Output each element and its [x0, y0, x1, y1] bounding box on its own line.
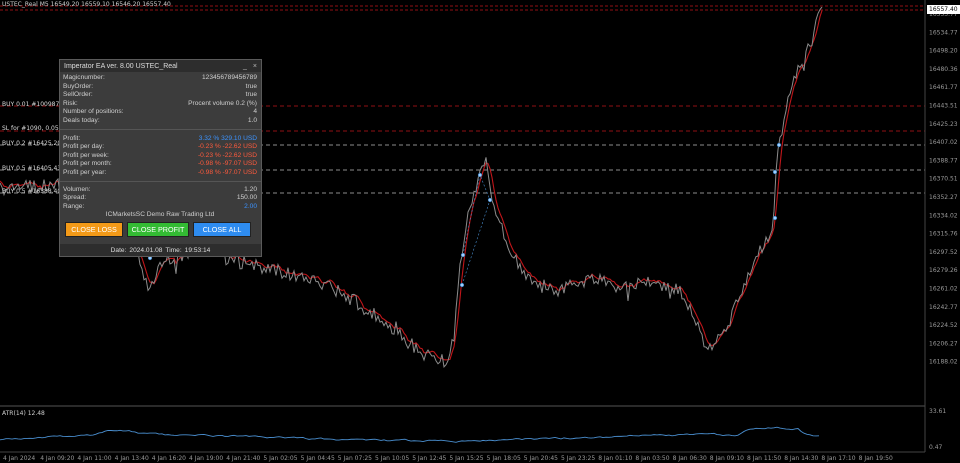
time-axis-label: 8 Jan 06:30 [673, 455, 707, 462]
time-axis-label: 4 Jan 19:00 [189, 455, 223, 462]
atr-indicator-label: ATR(14) 12.48 [2, 410, 45, 417]
price-axis-label: 16224.52 [929, 322, 958, 329]
price-axis-label: 16261.02 [929, 286, 958, 293]
price-axis-label: 16461.77 [929, 84, 958, 91]
market-section: Volumen: 1.20 Spread: 150.00 Range: 2.00 IC… [60, 182, 261, 220]
time-axis-label: 5 Jan 07:25 [338, 455, 372, 462]
time-axis-label: 4 Jan 2024 [3, 455, 35, 462]
symbol-info: USTEC_Real M5 16549.20 16559.10 16546.20… [2, 1, 171, 8]
current-price-tag: 16557.40 [927, 5, 960, 14]
price-axis-label: 16242.77 [929, 304, 958, 311]
panel-footer: Date: 2024.01.08 Time: 19:53:14 [60, 244, 261, 256]
profit-row: Profit per week: -0.23 % -22.62 USD [63, 151, 257, 159]
profit-section: Profit: 3.32 % 329.10 USD Profit per day:… [60, 130, 261, 182]
atr-line [0, 426, 820, 443]
time-axis-label: 5 Jan 20:45 [524, 455, 558, 462]
market-row: Range: 2.00 [63, 202, 257, 210]
time-axis-label: 5 Jan 02:05 [263, 455, 297, 462]
trade-marker [776, 142, 782, 148]
atr-max-label: 33.61 [929, 408, 946, 415]
info-row: Magicnumber: 123456789456789 [63, 74, 257, 81]
time-axis-label: 4 Jan 11:00 [77, 455, 111, 462]
trade-marker [772, 215, 778, 221]
time-axis-label: 4 Jan 16:20 [152, 455, 186, 462]
time-axis-label: 8 Jan 01:10 [598, 455, 632, 462]
price-axis-label: 16370.51 [929, 176, 958, 183]
price-axis-label: 16407.02 [929, 139, 958, 146]
price-axis-label: 16334.02 [929, 212, 958, 219]
broker-name: ICMarketsSC Demo Raw Trading Ltd [105, 211, 215, 219]
price-axis-label: 16425.23 [929, 121, 958, 128]
ea-panel[interactable]: Imperator EA ver. 8.00 USTEC_Real _ × Ma… [59, 59, 262, 257]
trade-marker [459, 282, 465, 288]
market-row: Spread: 150.00 [63, 194, 257, 202]
price-axis-label: 16279.26 [929, 267, 958, 274]
time-axis-label: 8 Jan 17:10 [821, 455, 855, 462]
time-axis-label: 5 Jan 15:25 [449, 455, 483, 462]
price-axis-label: 16188.02 [929, 359, 958, 366]
order-line-label: BUY 0.5 #16405.43 [2, 165, 62, 172]
info-row: BuyOrder: true [63, 82, 257, 90]
trade-marker [477, 172, 483, 178]
time-axis-label: 8 Jan 09:10 [710, 455, 744, 462]
price-axis-label: 16352.27 [929, 194, 958, 201]
price-axis-label: 16480.36 [929, 66, 958, 73]
settings-section: Magicnumber: 123456789456789 BuyOrder: tru… [60, 72, 261, 130]
profit-row: Profit per day: -0.23 % -22.62 USD [63, 143, 257, 151]
order-line-label: BUY 0.5 #16388.40 [2, 188, 62, 195]
time-axis-label: 4 Jan 09:20 [40, 455, 74, 462]
time-axis-label: 4 Jan 21:40 [226, 455, 260, 462]
time-axis-label: 4 Jan 13:40 [115, 455, 149, 462]
profit-row: Profit: 3.32 % 329.10 USD [63, 134, 257, 142]
price-axis-label: 16534.77 [929, 29, 958, 36]
time-axis-label: 5 Jan 23:25 [561, 455, 595, 462]
time-axis-label: 8 Jan 14:30 [784, 455, 818, 462]
profit-row: Profit per year: -0.98 % -97.07 USD [63, 168, 257, 176]
time-axis-label: 5 Jan 04:45 [301, 455, 335, 462]
price-axis-label: 16297.52 [929, 249, 958, 256]
time-axis-label: 8 Jan 11:50 [747, 455, 781, 462]
info-row: Deals today: 1.0 [63, 116, 257, 124]
close-profit-button[interactable]: CLOSE PROFIT [127, 222, 189, 238]
trade-marker [487, 197, 493, 203]
close-loss-button[interactable]: CLOSE LOSS [65, 222, 123, 238]
time-axis-label: 5 Jan 18:05 [487, 455, 521, 462]
trade-marker [772, 169, 778, 175]
info-row: Risk: Procent volume 0.2 (%) [63, 99, 257, 107]
close-all-button[interactable]: CLOSE ALL [193, 222, 251, 238]
footer-time: 19:53:14 [184, 246, 211, 254]
time-axis-label: 8 Jan 19:50 [859, 455, 893, 462]
price-axis-label: 16388.77 [929, 157, 958, 164]
minimize-icon[interactable]: _ [243, 63, 247, 70]
market-row: Volumen: 1.20 [63, 185, 257, 193]
price-axis-label: 16206.27 [929, 340, 958, 347]
profit-row: Profit per month: -0.98 % -97.07 USD [63, 160, 257, 168]
price-axis-label: 16315.76 [929, 231, 958, 238]
footer-date: 2024.01.08 [129, 246, 163, 254]
close-icon[interactable]: × [253, 63, 257, 70]
atr-min-label: 0.47 [929, 444, 943, 451]
order-line-label: BUY 0.2 #16425.20 [2, 140, 62, 147]
order-line-label: SL for #1090, 0.05% [2, 125, 65, 132]
info-row: Number of positions: 4 [63, 108, 257, 116]
price-axis-label: 16498.20 [929, 48, 958, 55]
time-axis-label: 5 Jan 10:05 [375, 455, 409, 462]
panel-title: Imperator EA ver. 8.00 USTEC_Real [64, 62, 178, 70]
panel-header[interactable]: Imperator EA ver. 8.00 USTEC_Real _ × [60, 60, 261, 72]
price-axis-label: 16443.51 [929, 103, 958, 110]
time-axis-label: 5 Jan 12:45 [412, 455, 446, 462]
time-axis-label: 8 Jan 03:50 [635, 455, 669, 462]
info-row: SellOrder: true [63, 91, 257, 99]
trade-marker [460, 252, 466, 258]
